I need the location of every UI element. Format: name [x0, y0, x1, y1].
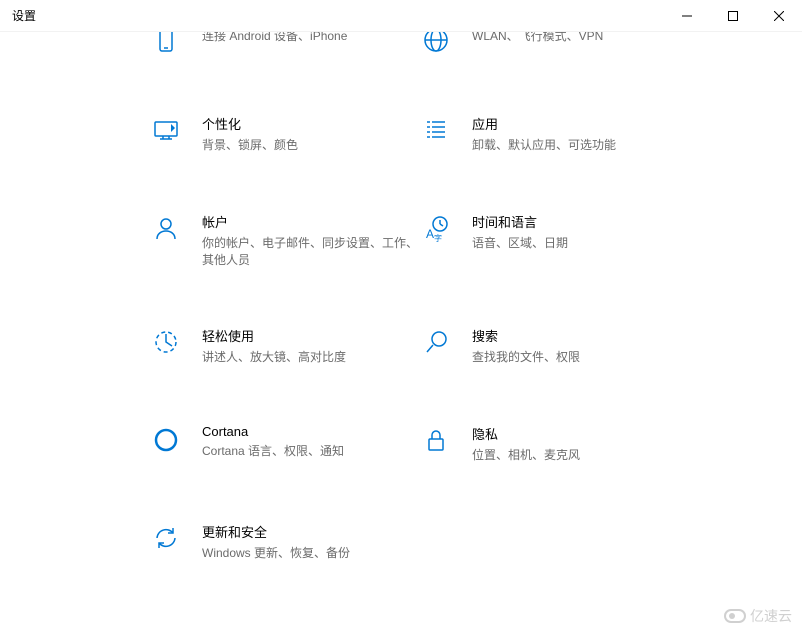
category-cortana[interactable]: Cortana Cortana 语言、权限、通知 [150, 424, 420, 464]
search-icon [420, 326, 452, 358]
category-title: 应用 [472, 114, 690, 133]
apps-icon [420, 114, 452, 146]
svg-text:字: 字 [434, 233, 442, 243]
category-title: 搜索 [472, 326, 690, 345]
time-language-icon: A字 [420, 212, 452, 244]
category-phone[interactable]: 连接 Android 设备、iPhone [150, 32, 420, 56]
category-search[interactable]: 搜索 查找我的文件、权限 [420, 326, 690, 366]
watermark-icon [724, 609, 746, 623]
personalization-icon [150, 114, 182, 146]
category-title: Cortana [202, 424, 420, 439]
update-icon [150, 522, 182, 554]
person-icon [150, 212, 182, 244]
category-desc: 背景、锁屏、颜色 [202, 137, 420, 154]
close-button[interactable] [756, 0, 802, 32]
category-desc: 位置、相机、麦克风 [472, 447, 690, 464]
svg-text:A: A [426, 227, 434, 241]
category-desc: 连接 Android 设备、iPhone [202, 32, 420, 45]
cortana-icon [150, 424, 182, 456]
category-personalization[interactable]: 个性化 背景、锁屏、颜色 [150, 114, 420, 154]
category-desc: 讲述人、放大镜、高对比度 [202, 349, 420, 366]
globe-icon [420, 32, 452, 56]
category-title: 帐户 [202, 212, 420, 231]
watermark: 亿速云 [724, 606, 792, 626]
category-title: 更新和安全 [202, 522, 420, 541]
maximize-button[interactable] [710, 0, 756, 32]
category-desc: WLAN、飞行模式、VPN [472, 32, 690, 45]
category-desc: 你的帐户、电子邮件、同步设置、工作、其他人员 [202, 235, 420, 269]
category-title: 隐私 [472, 424, 690, 443]
category-network[interactable]: WLAN、飞行模式、VPN [420, 32, 690, 56]
category-desc: 语音、区域、日期 [472, 235, 690, 252]
category-desc: 卸载、默认应用、可选功能 [472, 137, 690, 154]
category-title: 个性化 [202, 114, 420, 133]
category-update-security[interactable]: 更新和安全 Windows 更新、恢复、备份 [150, 522, 420, 562]
window-title: 设置 [12, 7, 36, 24]
category-title: 轻松使用 [202, 326, 420, 345]
minimize-button[interactable] [664, 0, 710, 32]
category-desc: 查找我的文件、权限 [472, 349, 690, 366]
title-bar: 设置 [0, 0, 802, 32]
category-ease-of-access[interactable]: 轻松使用 讲述人、放大镜、高对比度 [150, 326, 420, 366]
ease-icon [150, 326, 182, 358]
category-title: 时间和语言 [472, 212, 690, 231]
category-accounts[interactable]: 帐户 你的帐户、电子邮件、同步设置、工作、其他人员 [150, 212, 420, 269]
category-privacy[interactable]: 隐私 位置、相机、麦克风 [420, 424, 690, 464]
categories-grid: 连接 Android 设备、iPhone WLAN、飞行模式、VPN 个性化 背… [150, 32, 772, 562]
lock-icon [420, 424, 452, 456]
window-controls [664, 0, 802, 31]
category-apps[interactable]: 应用 卸载、默认应用、可选功能 [420, 114, 690, 154]
category-desc: Cortana 语言、权限、通知 [202, 443, 420, 460]
watermark-text: 亿速云 [750, 606, 792, 626]
settings-content: 连接 Android 设备、iPhone WLAN、飞行模式、VPN 个性化 背… [0, 32, 802, 634]
category-desc: Windows 更新、恢复、备份 [202, 545, 420, 562]
phone-icon [150, 32, 182, 56]
category-time-language[interactable]: A字 时间和语言 语音、区域、日期 [420, 212, 690, 269]
